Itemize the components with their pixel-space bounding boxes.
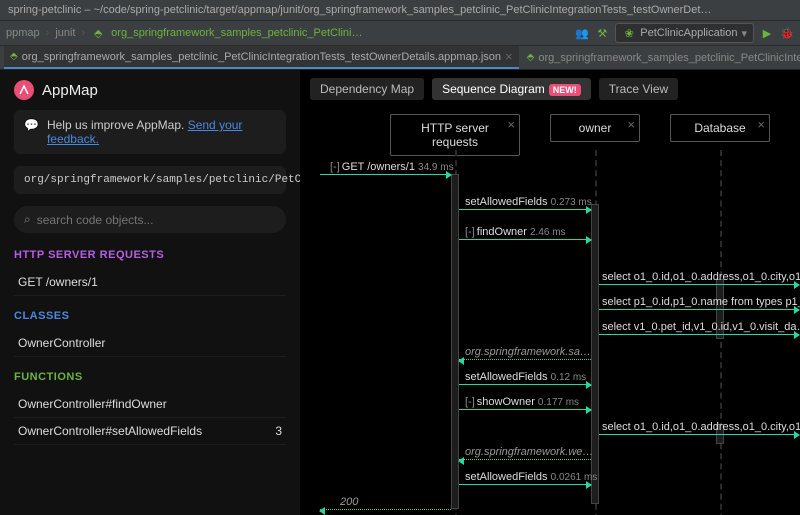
call-label: setAllowedFields 0.12 ms [465, 371, 586, 383]
sidebar-item-count: 3 [275, 424, 282, 438]
sidebar-item-label: OwnerController#setAllowedFields [18, 424, 202, 438]
call-label: setAllowedFields 0.273 ms [465, 196, 592, 208]
search-icon: ⌕ [24, 212, 31, 227]
call-arrow[interactable] [599, 284, 799, 285]
appmap-file-icon: ⬘ [527, 52, 535, 63]
feedback-text: Help us improve AppMap. [47, 118, 188, 132]
call-arrow[interactable] [459, 239, 591, 240]
run-config-selector[interactable]: ❀ PetClinicApplication ▾ [615, 23, 754, 43]
spring-icon: ❀ [622, 26, 636, 40]
return-label: org.springframework.sa… [465, 346, 591, 358]
sidebar-heading-classes: CLASSES [14, 310, 286, 322]
chat-icon: 💬 [24, 118, 39, 146]
return-label: 200 [340, 496, 358, 508]
return-label: org.springframework.we… [465, 446, 593, 458]
call-arrow[interactable] [599, 434, 799, 435]
source-link[interactable]: org/springframework/samples/petclinic/Pe… [14, 166, 286, 194]
chevron-right-icon: › [46, 27, 50, 39]
editor-tab-label: org_springframework_samples_petclinic_Pe… [538, 52, 800, 64]
run-button[interactable]: ▶ [760, 26, 774, 40]
sidebar-item-label: OwnerController [18, 336, 105, 350]
breadcrumb-item[interactable]: ppmap [6, 27, 40, 39]
build-icon[interactable]: ⚒ [595, 26, 609, 40]
close-icon[interactable]: × [505, 49, 513, 64]
editor-tab[interactable]: ⬘ org_springframework_samples_petclinic_… [4, 46, 519, 69]
sidebar-item-request[interactable]: GET /owners/1 [14, 269, 286, 296]
call-arrow[interactable] [459, 409, 591, 410]
call-arrow[interactable] [320, 174, 451, 175]
view-tabs: Dependency Map Sequence Diagram NEW! Trac… [300, 70, 800, 108]
tab-trace-view[interactable]: Trace View [599, 78, 678, 100]
call-label: select o1_0.id,o1_0.address,o1_0.city,o1… [602, 421, 800, 433]
return-arrow[interactable] [459, 359, 591, 360]
appmap-file-icon: ⬘ [91, 26, 105, 40]
activation-bar [591, 204, 599, 504]
tab-label: Sequence Diagram [442, 82, 545, 96]
appmap-brand: AppMap [14, 80, 286, 100]
search-input-wrapper[interactable]: ⌕ [14, 206, 286, 233]
new-badge: NEW! [549, 84, 581, 96]
lane-label: Database [694, 121, 745, 135]
editor-tab-label: org_springframework_samples_petclinic_Pe… [22, 51, 501, 63]
lane-header-owner[interactable]: owner × [550, 114, 640, 142]
appmap-file-icon: ⬘ [10, 51, 18, 62]
lane-label: owner [579, 121, 612, 135]
appmap-logo-icon [14, 80, 34, 100]
call-label: setAllowedFields 0.0261 ms [465, 471, 597, 483]
window-title: spring-petclinic – ~/code/spring-petclin… [0, 0, 800, 20]
collapse-toggle[interactable]: [-] [465, 396, 475, 408]
appmap-brand-label: AppMap [42, 82, 98, 99]
return-arrow[interactable] [320, 509, 451, 510]
feedback-banner: 💬 Help us improve AppMap. Send your feed… [14, 110, 286, 154]
call-arrow[interactable] [599, 334, 799, 335]
return-arrow[interactable] [459, 459, 591, 460]
call-label: [-]GET /owners/1 34.9 ms [330, 161, 454, 173]
editor-tabs: ⬘ org_springframework_samples_petclinic_… [0, 46, 800, 70]
user-icon[interactable]: 👥 [575, 26, 589, 40]
call-label: select o1_0.id,o1_0.address,o1_0.city,o1… [602, 271, 800, 283]
collapse-toggle[interactable]: [-] [330, 161, 340, 173]
search-input[interactable] [37, 213, 276, 227]
sidebar-item-label: GET /owners/1 [18, 275, 98, 289]
call-arrow[interactable] [459, 384, 591, 385]
sidebar-heading-requests: HTTP SERVER REQUESTS [14, 249, 286, 261]
breadcrumb-bar: ppmap › junit › ⬘ org_springframework_sa… [0, 20, 800, 46]
call-arrow[interactable] [459, 484, 591, 485]
close-icon[interactable]: × [507, 117, 515, 132]
call-label: select p1_0.id,p1_0.name from types p1_… [602, 296, 800, 308]
breadcrumb-item[interactable]: junit [55, 27, 75, 39]
call-arrow[interactable] [599, 309, 799, 310]
call-label: select v1_0.pet_id,v1_0.id,v1_0.visit_da… [602, 321, 800, 333]
chevron-right-icon: › [82, 27, 86, 39]
editor-tab[interactable]: ⬘ org_springframework_samples_petclinic_… [521, 49, 800, 67]
sidebar-item-class[interactable]: OwnerController [14, 330, 286, 357]
lane-label: HTTP server requests [421, 121, 489, 149]
close-icon[interactable]: × [627, 117, 635, 132]
call-label: [-]showOwner 0.177 ms [465, 396, 579, 408]
sequence-diagram[interactable]: HTTP server requests × owner × Database × [… [300, 114, 800, 515]
call-label: [-]findOwner 2.46 ms [465, 226, 566, 238]
sidebar-item-function[interactable]: OwnerController#findOwner [14, 391, 286, 418]
collapse-toggle[interactable]: [-] [465, 226, 475, 238]
appmap-sidebar: AppMap 💬 Help us improve AppMap. Send yo… [0, 70, 300, 515]
sidebar-item-label: OwnerController#findOwner [18, 397, 167, 411]
sidebar-item-function[interactable]: OwnerController#setAllowedFields 3 [14, 418, 286, 445]
chevron-down-icon: ▾ [741, 27, 747, 40]
lane-header-database[interactable]: Database × [670, 114, 770, 142]
call-arrow[interactable] [459, 209, 591, 210]
run-config-label: PetClinicApplication [640, 27, 737, 39]
breadcrumb-item-active[interactable]: org_springframework_samples_petclinic_Pe… [111, 27, 362, 39]
close-icon[interactable]: × [757, 117, 765, 132]
diagram-panel: Dependency Map Sequence Diagram NEW! Trac… [300, 70, 800, 515]
debug-button[interactable]: 🐞 [780, 26, 794, 40]
tab-dependency-map[interactable]: Dependency Map [310, 78, 424, 100]
tab-sequence-diagram[interactable]: Sequence Diagram NEW! [432, 78, 591, 100]
sidebar-heading-functions: FUNCTIONS [14, 371, 286, 383]
source-path: org/springframework/samples/petclinic/Pe… [24, 174, 300, 186]
